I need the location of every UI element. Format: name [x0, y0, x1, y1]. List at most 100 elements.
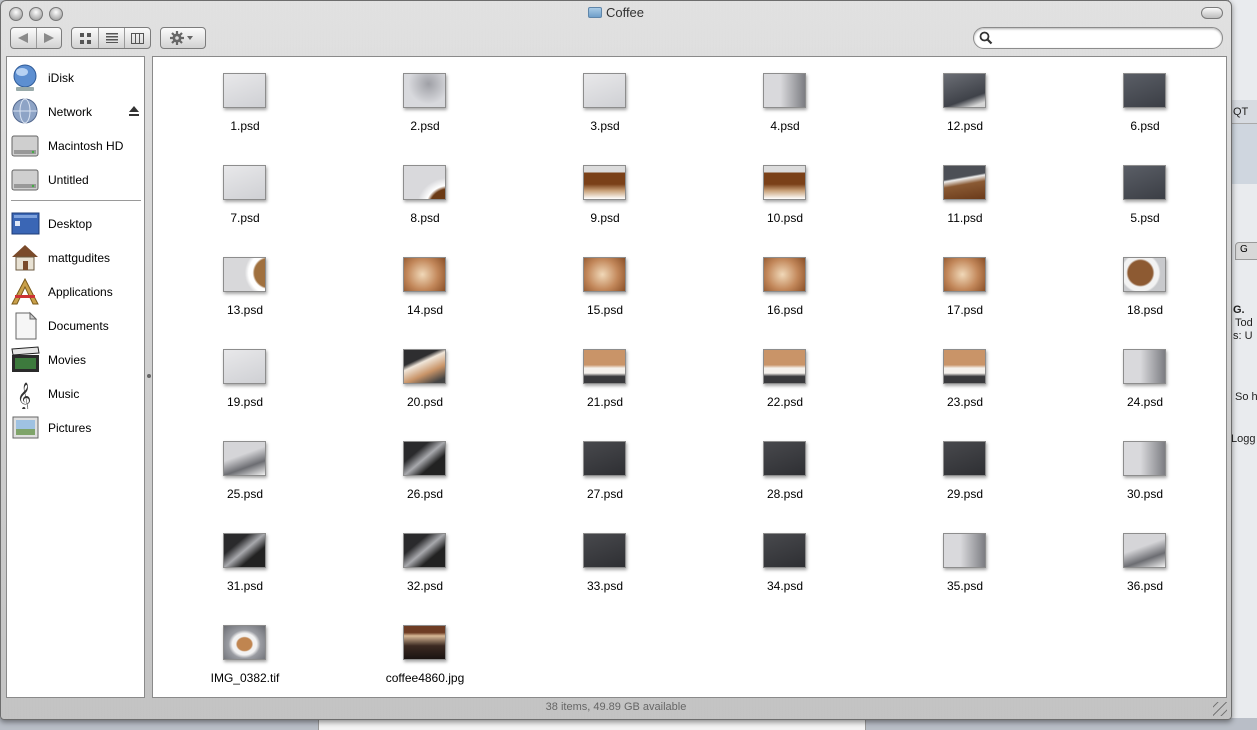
- file-item[interactable]: 26.psd: [355, 425, 495, 505]
- file-item[interactable]: 30.psd: [1075, 425, 1215, 505]
- file-item[interactable]: 19.psd: [175, 333, 315, 413]
- file-item[interactable]: 2.psd: [355, 57, 495, 137]
- back-button[interactable]: [11, 28, 37, 48]
- file-name: 2.psd: [410, 119, 440, 133]
- file-thumbnail-icon: [943, 441, 986, 476]
- sidebar-item-network[interactable]: Network: [7, 97, 144, 127]
- sidebar-item-home[interactable]: mattgudites: [7, 243, 144, 273]
- file-item[interactable]: 18.psd: [1075, 241, 1215, 321]
- file-name: 13.psd: [226, 303, 264, 317]
- file-item[interactable]: 12.psd: [895, 57, 1035, 137]
- file-name: 36.psd: [1126, 579, 1164, 593]
- file-item[interactable]: 23.psd: [895, 333, 1035, 413]
- file-name: 19.psd: [226, 395, 264, 409]
- search-field[interactable]: [973, 27, 1223, 49]
- action-menu-button[interactable]: [160, 27, 206, 49]
- file-name: 24.psd: [1126, 395, 1164, 409]
- sidebar-item-label: Pictures: [48, 421, 92, 435]
- sidebar-item-label: Applications: [48, 285, 113, 299]
- eject-icon[interactable]: [129, 106, 139, 116]
- column-view-icon: [131, 32, 144, 44]
- file-item[interactable]: 24.psd: [1075, 333, 1215, 413]
- file-item[interactable]: 8.psd: [355, 149, 495, 229]
- resize-grip-icon[interactable]: [1213, 702, 1227, 716]
- file-item[interactable]: 17.psd: [895, 241, 1035, 321]
- sidebar-item-movies[interactable]: Movies: [7, 345, 144, 375]
- file-item[interactable]: 35.psd: [895, 517, 1035, 597]
- file-item[interactable]: 16.psd: [715, 241, 855, 321]
- sidebar-item-idisk[interactable]: iDisk: [7, 63, 144, 93]
- file-name: 28.psd: [766, 487, 804, 501]
- sidebar-item-pictures[interactable]: Pictures: [7, 413, 144, 443]
- file-item[interactable]: 14.psd: [355, 241, 495, 321]
- pictures-icon: [11, 413, 41, 443]
- file-thumbnail-icon: [943, 349, 986, 384]
- file-name: 12.psd: [946, 119, 984, 133]
- sidebar-item-desktop[interactable]: Desktop: [7, 209, 144, 239]
- toolbar-toggle-button[interactable]: [1201, 7, 1223, 19]
- file-thumbnail-icon: [403, 533, 446, 568]
- file-item[interactable]: IMG_0382.tif: [175, 609, 315, 689]
- file-name: 6.psd: [1130, 119, 1160, 133]
- file-item[interactable]: 7.psd: [175, 149, 315, 229]
- action-cell: [161, 28, 205, 48]
- file-item[interactable]: 11.psd: [895, 149, 1035, 229]
- file-thumbnail-icon: [1123, 73, 1166, 108]
- file-item[interactable]: 32.psd: [355, 517, 495, 597]
- hard-drive-icon: [11, 131, 41, 161]
- file-item[interactable]: 34.psd: [715, 517, 855, 597]
- file-item[interactable]: 1.psd: [175, 57, 315, 137]
- idisk-icon: [11, 63, 41, 93]
- background-text: Tod: [1235, 317, 1253, 329]
- file-item[interactable]: 22.psd: [715, 333, 855, 413]
- icon-view-button[interactable]: [72, 28, 99, 48]
- file-thumbnail-icon: [403, 257, 446, 292]
- applications-icon: [11, 277, 41, 307]
- file-item[interactable]: 13.psd: [175, 241, 315, 321]
- home-icon: [11, 243, 41, 273]
- sidebar-item-untitled[interactable]: Untitled: [7, 165, 144, 195]
- sidebar-item-music[interactable]: 𝄞 Music: [7, 379, 144, 411]
- file-name: 18.psd: [1126, 303, 1164, 317]
- file-name: IMG_0382.tif: [210, 671, 280, 685]
- sidebar-item-applications[interactable]: Applications: [7, 277, 144, 307]
- file-item[interactable]: 36.psd: [1075, 517, 1215, 597]
- file-item[interactable]: 3.psd: [535, 57, 675, 137]
- sidebar-item-documents[interactable]: Documents: [7, 311, 144, 341]
- list-view-icon: [105, 33, 118, 43]
- file-item[interactable]: 15.psd: [535, 241, 675, 321]
- file-item[interactable]: 20.psd: [355, 333, 495, 413]
- file-thumbnail-icon: [223, 441, 266, 476]
- file-item[interactable]: 33.psd: [535, 517, 675, 597]
- forward-button[interactable]: [37, 28, 62, 48]
- file-name: 8.psd: [410, 211, 440, 225]
- documents-icon: [11, 311, 41, 341]
- file-item[interactable]: 5.psd: [1075, 149, 1215, 229]
- file-thumbnail-icon: [583, 533, 626, 568]
- network-globe-icon: [11, 97, 41, 127]
- file-thumbnail-icon: [763, 257, 806, 292]
- file-item[interactable]: 28.psd: [715, 425, 855, 505]
- file-item[interactable]: 31.psd: [175, 517, 315, 597]
- file-item[interactable]: 6.psd: [1075, 57, 1215, 137]
- file-item[interactable]: 4.psd: [715, 57, 855, 137]
- file-thumbnail-icon: [1123, 533, 1166, 568]
- file-item[interactable]: 21.psd: [535, 333, 675, 413]
- file-thumbnail-icon: [583, 441, 626, 476]
- gear-icon: [170, 31, 193, 45]
- sidebar-item-macintosh-hd[interactable]: Macintosh HD: [7, 131, 144, 161]
- sidebar-item-label: Network: [48, 105, 93, 119]
- file-item[interactable]: 27.psd: [535, 425, 675, 505]
- file-item[interactable]: 9.psd: [535, 149, 675, 229]
- file-item[interactable]: coffee4860.jpg: [355, 609, 495, 689]
- file-name: 17.psd: [946, 303, 984, 317]
- file-name: 31.psd: [226, 579, 264, 593]
- list-view-button[interactable]: [99, 28, 125, 48]
- file-name: 9.psd: [590, 211, 620, 225]
- column-view-button[interactable]: [125, 28, 150, 48]
- file-item[interactable]: 25.psd: [175, 425, 315, 505]
- file-item[interactable]: 29.psd: [895, 425, 1035, 505]
- file-item[interactable]: 10.psd: [715, 149, 855, 229]
- file-name: 14.psd: [406, 303, 444, 317]
- search-input[interactable]: [998, 30, 1213, 46]
